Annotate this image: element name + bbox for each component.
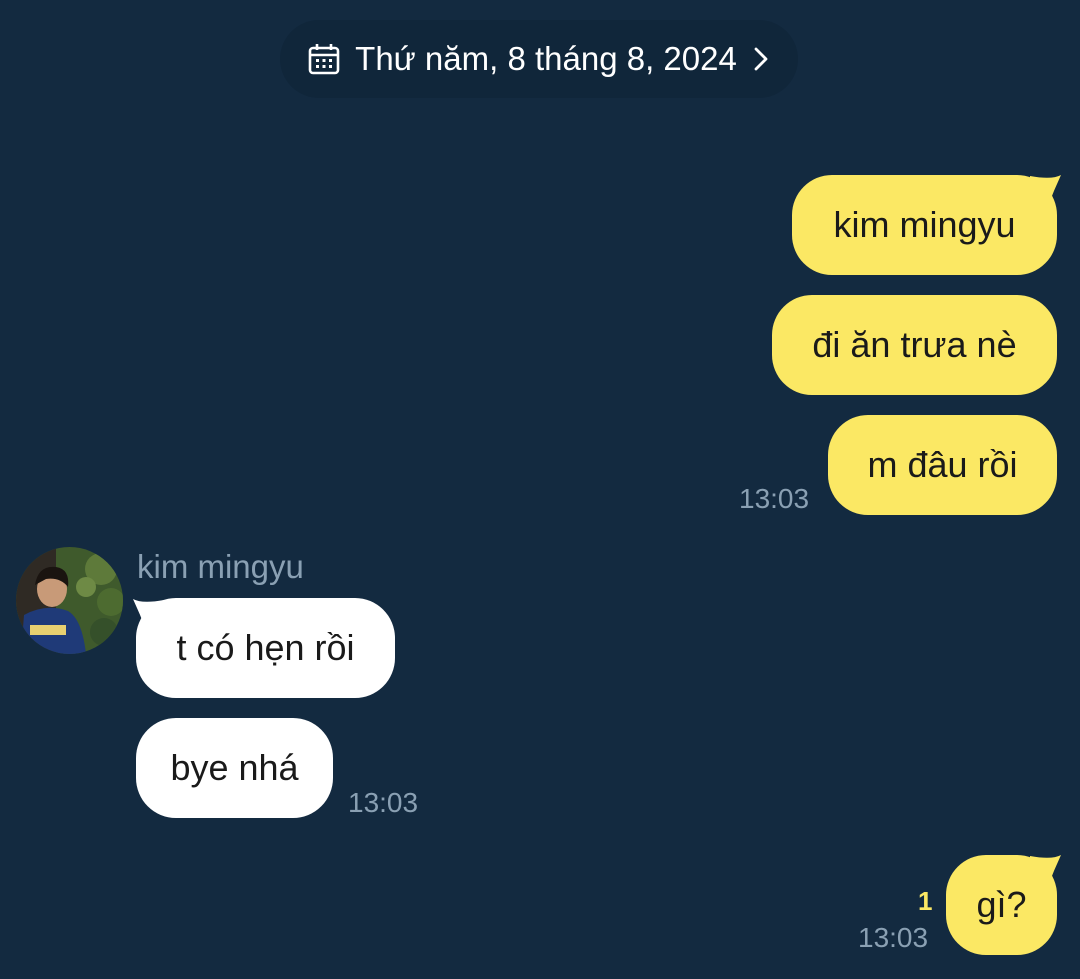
message-text: t có hẹn rồi xyxy=(176,627,355,668)
message-text: kim mingyu xyxy=(833,204,1016,245)
bubble-tail xyxy=(1030,175,1061,206)
message-timestamp: 13:03 xyxy=(739,483,810,514)
message-text: m đâu rồi xyxy=(867,444,1018,485)
message-text: gì? xyxy=(976,884,1027,925)
message-text: đi ăn trưa nè xyxy=(812,324,1017,365)
unread-count: 1 xyxy=(918,886,933,916)
outgoing-message[interactable]: đi ăn trưa nè xyxy=(772,295,1057,395)
message-timestamp: 13:03 xyxy=(858,922,929,953)
avatar[interactable] xyxy=(16,547,123,654)
incoming-message[interactable]: bye nhá xyxy=(136,718,333,818)
date-label: Thứ năm, 8 tháng 8, 2024 xyxy=(355,40,737,77)
outgoing-message[interactable]: kim mingyu xyxy=(792,175,1057,275)
calendar-icon xyxy=(307,42,341,76)
incoming-message[interactable]: t có hẹn rồi xyxy=(136,598,395,698)
outgoing-message[interactable]: m đâu rồi xyxy=(828,415,1057,515)
message-text: bye nhá xyxy=(170,747,299,788)
bubble-tail xyxy=(1030,855,1061,886)
date-divider[interactable]: Thứ năm, 8 tháng 8, 2024 xyxy=(280,20,798,98)
bubble-tail xyxy=(133,599,164,630)
sender-name: kim mingyu xyxy=(137,548,304,585)
chevron-right-icon xyxy=(751,45,771,73)
message-timestamp: 13:03 xyxy=(348,787,419,818)
